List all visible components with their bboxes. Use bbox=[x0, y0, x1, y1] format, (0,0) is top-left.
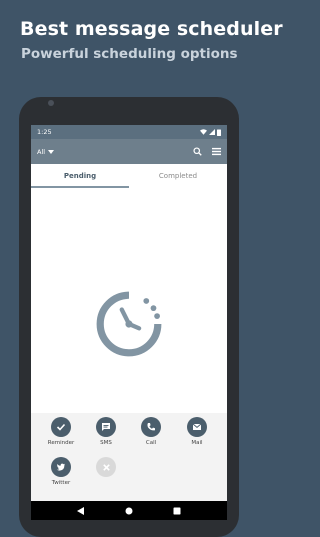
close-icon bbox=[96, 457, 116, 477]
check-icon bbox=[51, 417, 71, 437]
search-icon[interactable] bbox=[193, 147, 202, 156]
tab-completed[interactable]: Completed bbox=[129, 164, 227, 188]
front-camera bbox=[48, 100, 54, 106]
sms-icon bbox=[96, 417, 116, 437]
promo-subline: Powerful scheduling options bbox=[21, 46, 238, 62]
battery-icon bbox=[217, 129, 221, 136]
signal-icon bbox=[209, 129, 215, 135]
status-time: 1:25 bbox=[37, 128, 52, 136]
recents-icon[interactable] bbox=[173, 507, 181, 515]
twitter-icon bbox=[51, 457, 71, 477]
mail-icon bbox=[187, 417, 207, 437]
clock-icon bbox=[96, 291, 162, 357]
close-action[interactable] bbox=[76, 457, 136, 480]
app-bar: All bbox=[31, 139, 227, 164]
action-panel: Reminder SMS Call Mail Twitter bbox=[31, 413, 227, 501]
mail-label: Mail bbox=[191, 440, 203, 446]
filter-label: All bbox=[37, 147, 46, 156]
filter-dropdown[interactable]: All bbox=[37, 148, 193, 156]
wifi-icon bbox=[200, 129, 207, 135]
home-icon[interactable] bbox=[125, 507, 133, 515]
pending-list-empty bbox=[31, 188, 227, 413]
tab-pending[interactable]: Pending bbox=[31, 164, 129, 188]
status-icons bbox=[200, 129, 221, 136]
promo-headline: Best message scheduler bbox=[20, 18, 283, 40]
menu-icon[interactable] bbox=[212, 147, 221, 156]
android-nav-bar bbox=[31, 501, 227, 520]
back-icon[interactable] bbox=[77, 506, 85, 515]
tab-bar: Pending Completed bbox=[31, 164, 227, 189]
status-bar: 1:25 bbox=[31, 125, 227, 139]
phone-screen: 1:25 All Pending Completed Reminder SMS … bbox=[31, 125, 227, 520]
dropdown-arrow-icon bbox=[48, 149, 55, 154]
twitter-label: Twitter bbox=[51, 480, 71, 486]
mail-action[interactable]: Mail bbox=[167, 417, 227, 446]
phone-icon bbox=[141, 417, 161, 437]
